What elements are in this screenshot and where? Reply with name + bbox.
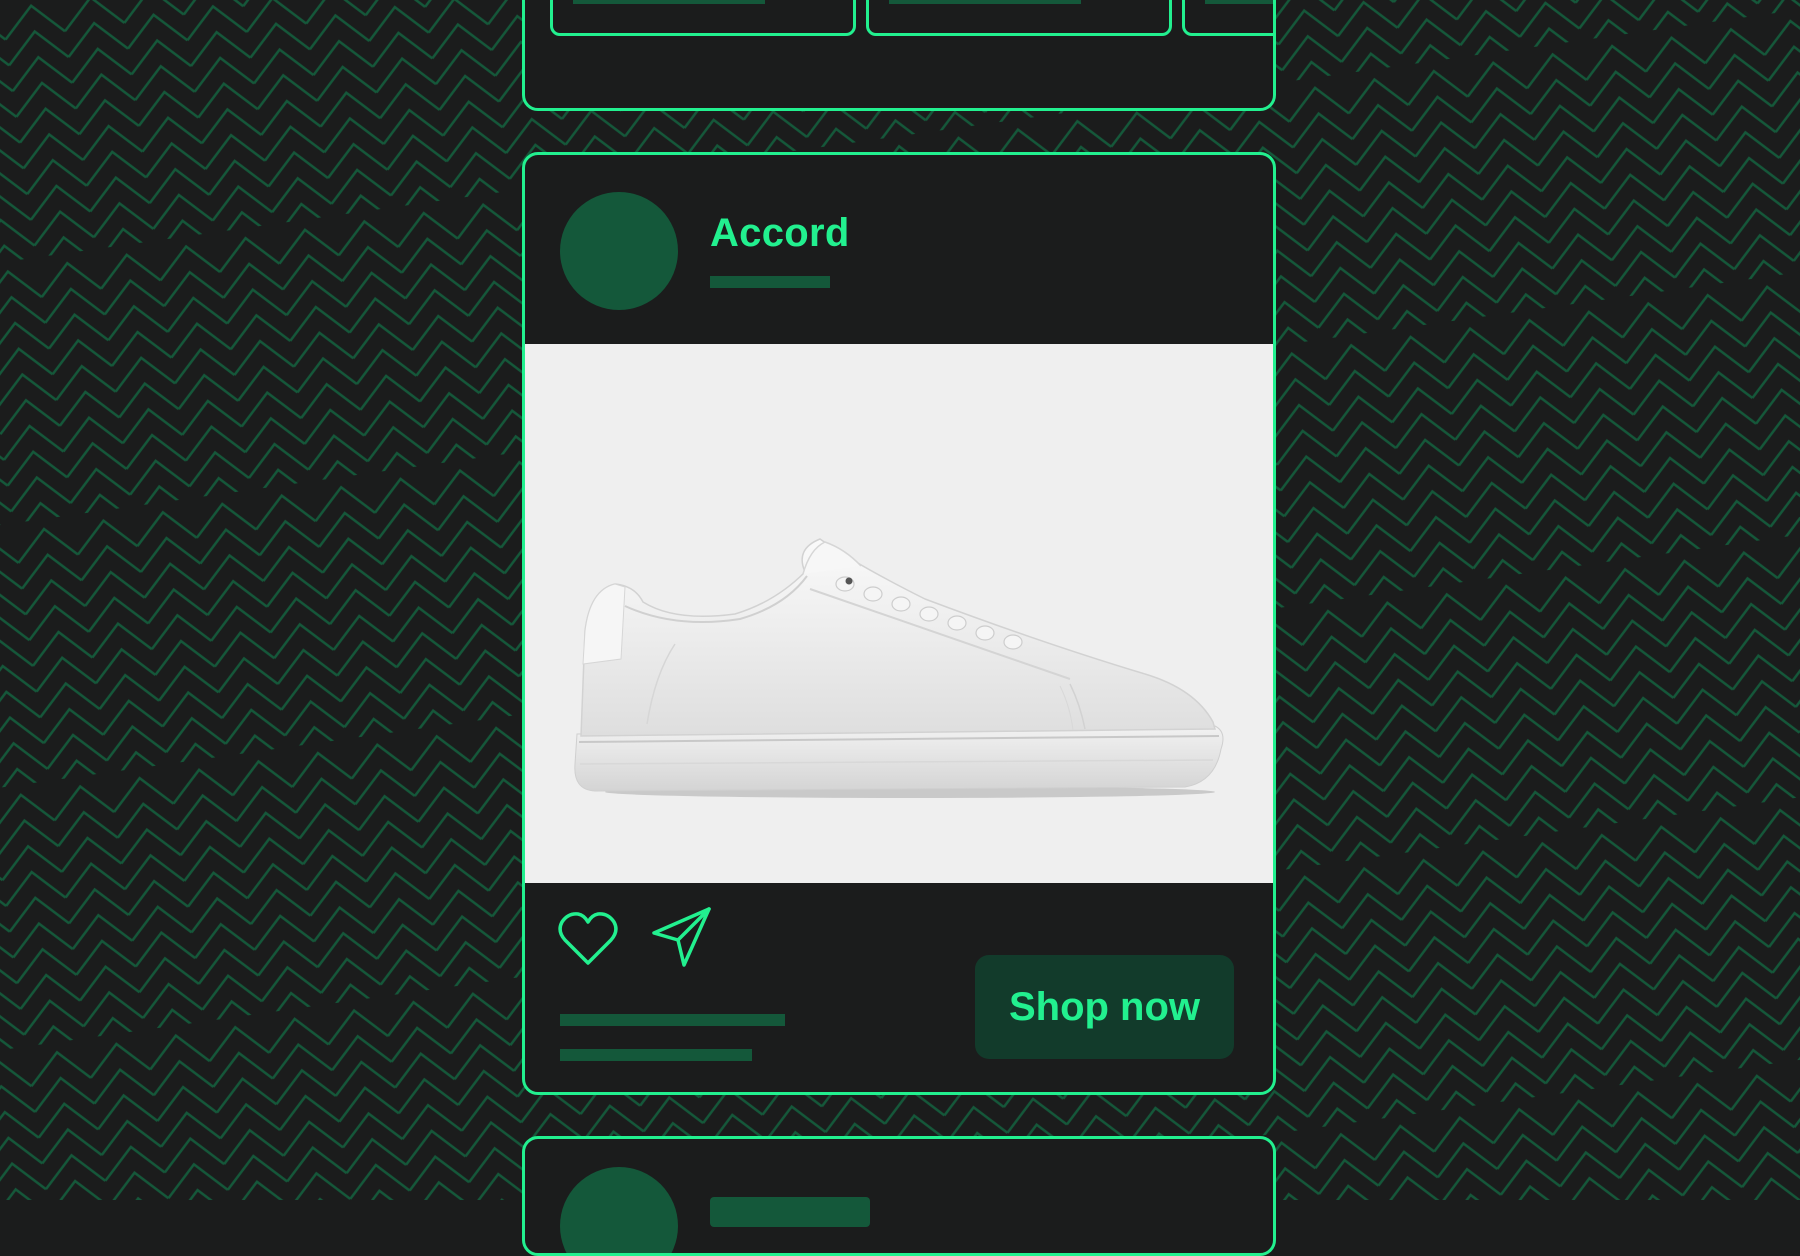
heart-icon[interactable] [555, 907, 621, 973]
placeholder-line [710, 1197, 870, 1227]
feed-column: Accord Shop now [0, 0, 1800, 1256]
send-icon[interactable] [649, 905, 715, 971]
shop-now-button[interactable]: Shop now [975, 955, 1234, 1059]
carousel-item[interactable] [866, 0, 1172, 36]
carousel-item[interactable] [550, 0, 856, 36]
placeholder-line [560, 1014, 785, 1026]
placeholder-line [1205, 0, 1273, 4]
brand-name[interactable]: Accord [710, 211, 850, 256]
carousel-item[interactable] [1182, 0, 1273, 36]
sneaker-image [574, 538, 1224, 798]
placeholder-line [889, 0, 1081, 4]
post-actions: Shop now [525, 883, 1273, 1092]
avatar[interactable] [560, 192, 678, 310]
product-post-card: Accord Shop now [522, 152, 1276, 1095]
carousel-card [522, 0, 1276, 111]
placeholder-line [573, 0, 765, 4]
placeholder-line [560, 1049, 752, 1061]
next-post-card [522, 1136, 1276, 1256]
placeholder-line [710, 276, 830, 288]
product-image[interactable] [525, 344, 1273, 883]
avatar[interactable] [560, 1167, 678, 1253]
